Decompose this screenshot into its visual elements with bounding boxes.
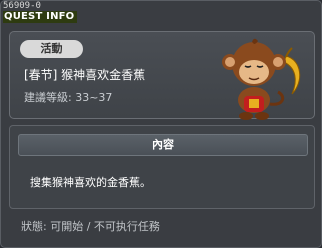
quest-status: 狀態: 可開始 / 不可执行任務: [21, 220, 160, 233]
quest-info-window: 56909-0 QUEST INFO 活動 [春节] 猴神喜欢金香蕉 建議等級:…: [0, 0, 322, 248]
quest-name: [春节] 猴神喜欢金香蕉: [24, 68, 146, 82]
window-id-label: 56909-0: [3, 1, 41, 11]
quest-type-badge: 活動: [20, 40, 83, 58]
quest-content-panel: 內容 搜集猴神喜欢的金香蕉。: [9, 125, 315, 209]
quest-recommended-level: 建議等級: 33~37: [24, 91, 113, 104]
monkey-npc-icon: [222, 38, 301, 120]
content-description: 搜集猴神喜欢的金香蕉。: [30, 176, 151, 189]
quest-header-panel: 活動 [春节] 猴神喜欢金香蕉 建議等級: 33~37: [9, 31, 315, 120]
window-title: QUEST INFO: [3, 11, 78, 23]
content-header: 內容: [18, 134, 308, 156]
